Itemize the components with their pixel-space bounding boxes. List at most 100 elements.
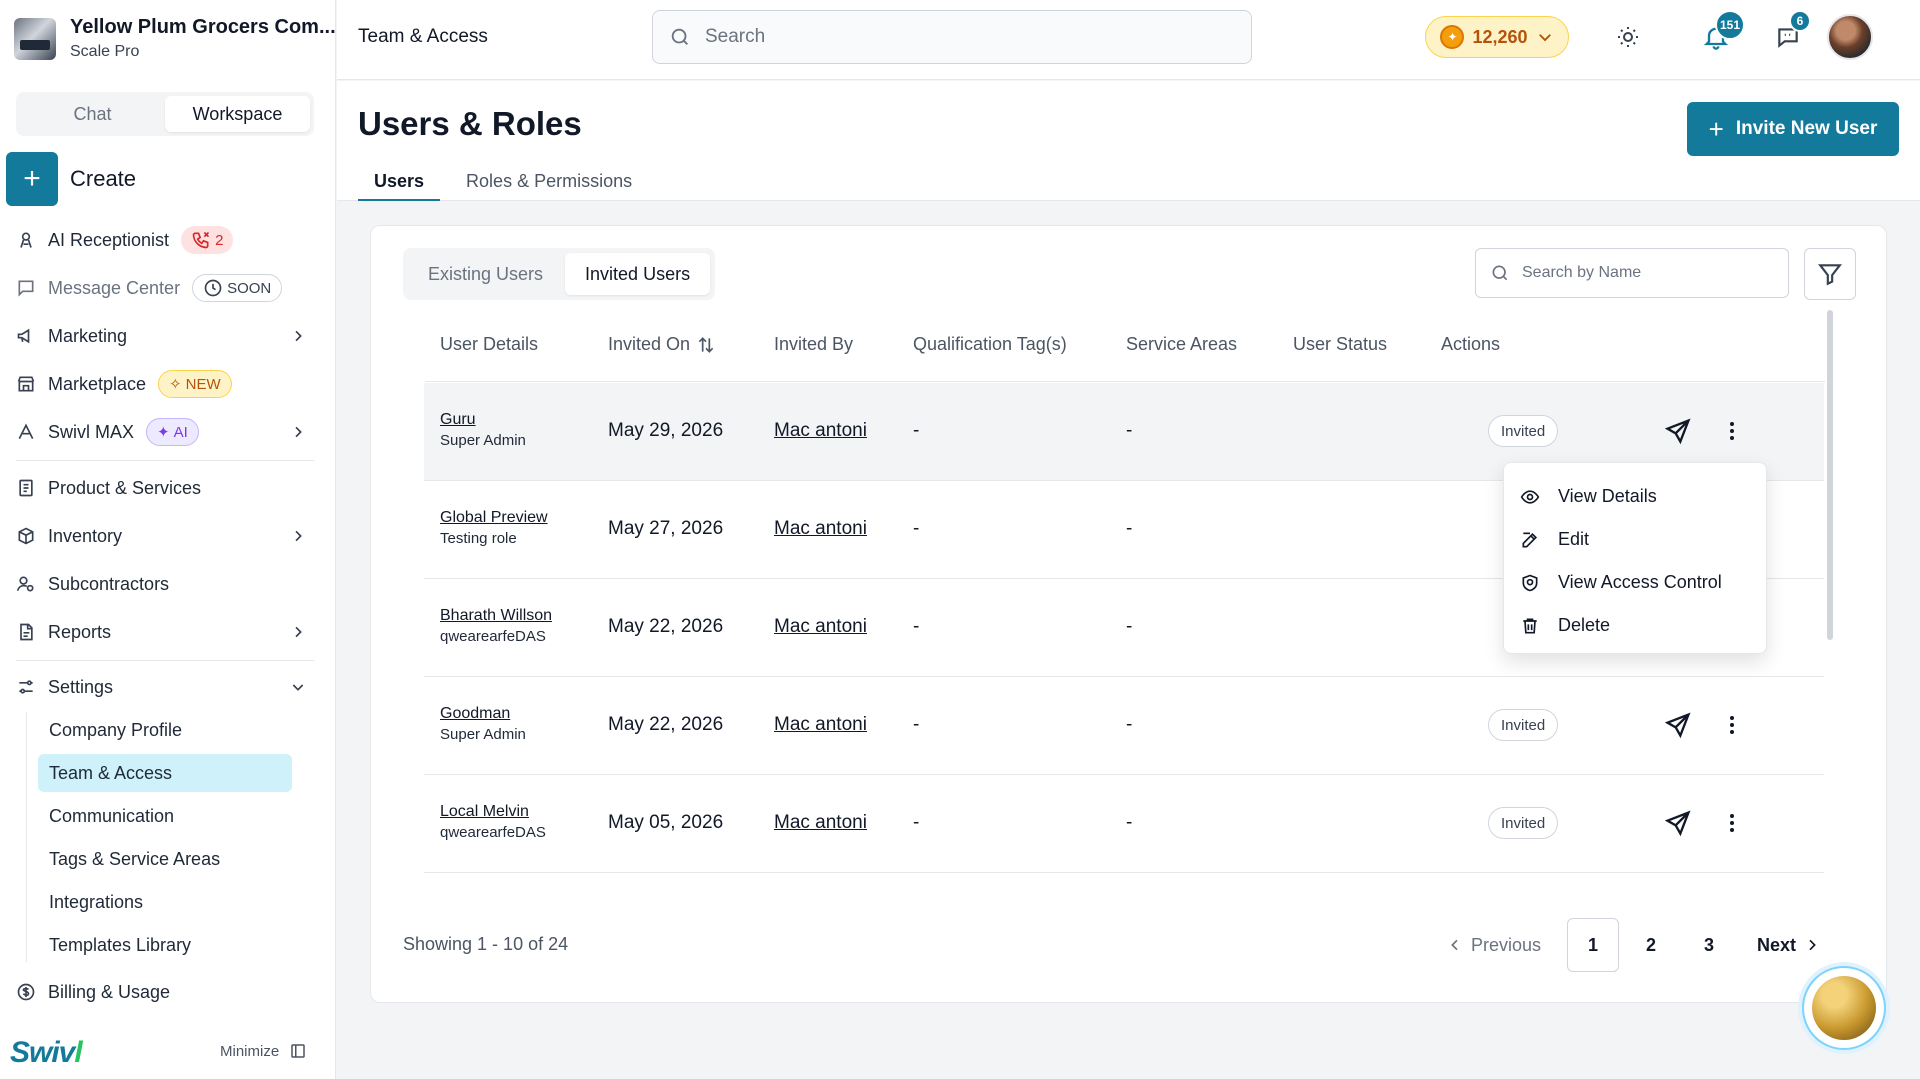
table-row[interactable]: Goodman Super Admin May 22, 2026 Mac antoni… xyxy=(424,677,1824,775)
sidebar-item-label: Product & Services xyxy=(48,477,202,498)
report-icon xyxy=(20,623,33,641)
table-scrollbar[interactable] xyxy=(1827,310,1833,640)
notifications-button[interactable]: 151 xyxy=(1701,10,1745,52)
menu-view-details[interactable]: View Details xyxy=(1504,475,1766,518)
service-areas-cell: - xyxy=(1126,420,1133,441)
send-icon xyxy=(1664,418,1691,445)
user-name-link[interactable]: Global Preview xyxy=(440,509,548,527)
user-name-link[interactable]: Bharath Willson xyxy=(440,607,552,625)
tab-invited-users[interactable]: Invited Users xyxy=(565,253,711,295)
table-row[interactable]: Local Melvin qwearearfeDAS May 05, 2026 Mac… xyxy=(424,775,1824,873)
chevron-right-icon xyxy=(295,530,302,542)
previous-page-button[interactable]: Previous xyxy=(1447,935,1541,956)
user-avatar[interactable] xyxy=(1827,14,1873,60)
col-service-areas: Service Areas xyxy=(1126,334,1238,354)
row-more-button[interactable] xyxy=(1718,711,1746,739)
page-2-button[interactable]: 2 xyxy=(1625,918,1677,972)
page-3-button[interactable]: 3 xyxy=(1683,918,1735,972)
invite-new-user-button[interactable]: + Invite New User xyxy=(1687,102,1899,156)
minimize-button[interactable]: Minimize xyxy=(220,1042,307,1060)
status-badge: Invited xyxy=(1488,415,1559,447)
sidebar-item-label: Inventory xyxy=(48,525,123,546)
sidebar-item-swivl-max[interactable]: Swivl MAX ✦ AI xyxy=(16,412,314,452)
sidebar-subitem-templates-library[interactable]: Templates Library xyxy=(38,926,292,964)
theme-toggle[interactable] xyxy=(1613,22,1643,52)
create-button[interactable]: + Create xyxy=(6,152,136,206)
coins-balance[interactable]: ✦ 12,260 xyxy=(1425,16,1569,58)
sidebar-item-label: Billing & Usage xyxy=(48,981,171,1002)
next-page-button[interactable]: Next xyxy=(1757,935,1820,956)
user-name-link[interactable]: Guru xyxy=(440,411,526,429)
user-name-link[interactable]: Goodman xyxy=(440,705,526,723)
invite-label: Invite New User xyxy=(1735,118,1878,139)
resend-invite-button[interactable] xyxy=(1664,417,1692,445)
col-invited-on[interactable]: Invited On xyxy=(608,334,716,355)
invited-by-link[interactable]: Mac antoni xyxy=(774,420,867,442)
invited-by-link[interactable]: Mac antoni xyxy=(774,518,867,540)
sidebar-item-marketing[interactable]: Marketing xyxy=(16,316,314,356)
invited-by-link[interactable]: Mac antoni xyxy=(774,714,867,736)
org-switcher[interactable]: Yellow Plum Grocers Com... Scale Pro xyxy=(14,16,336,61)
global-search[interactable] xyxy=(652,10,1252,64)
sidebar-subitem-integrations[interactable]: Integrations xyxy=(38,883,292,921)
sidebar-item-message-center[interactable]: Message Center SOON xyxy=(16,268,314,308)
sidebar-subitem-tags-service-areas[interactable]: Tags & Service Areas xyxy=(38,840,292,878)
sidebar-item-label: Marketing xyxy=(48,325,128,346)
sidebar-item-marketplace[interactable]: Marketplace ✧ NEW xyxy=(16,364,314,404)
sidebar-item-label: Marketplace xyxy=(48,373,147,394)
filter-button[interactable] xyxy=(1804,248,1856,300)
sidebar-item-billing[interactable]: Billing & Usage xyxy=(16,972,314,1012)
tab-existing-users[interactable]: Existing Users xyxy=(408,253,563,295)
search-icon xyxy=(1492,265,1508,281)
invited-by-link[interactable]: Mac antoni xyxy=(774,812,867,834)
name-search-input[interactable] xyxy=(1522,264,1772,282)
menu-edit[interactable]: Edit xyxy=(1504,518,1766,561)
assistant-launcher[interactable] xyxy=(1802,966,1886,1050)
page-title: Users & Roles xyxy=(358,105,582,142)
chevron-down-icon xyxy=(292,684,304,691)
invited-on-cell: May 29, 2026 xyxy=(608,420,724,441)
pagination-summary: Showing 1 - 10 of 24 xyxy=(403,934,569,954)
store-icon xyxy=(17,376,35,392)
row-more-button[interactable] xyxy=(1718,809,1746,837)
tab-workspace[interactable]: Workspace xyxy=(165,96,310,132)
trash-icon xyxy=(1523,618,1537,633)
assistant-orb-icon xyxy=(1812,976,1876,1040)
user-name-link[interactable]: Local Melvin xyxy=(440,803,546,821)
sidebar-item-subcontractors[interactable]: Subcontractors xyxy=(16,564,314,604)
search-input[interactable] xyxy=(705,26,1225,48)
name-search[interactable] xyxy=(1475,248,1789,298)
sidebar-item-ai-receptionist[interactable]: AI Receptionist 2 xyxy=(16,220,314,260)
invited-by-link[interactable]: Mac antoni xyxy=(774,616,867,638)
new-badge-label: NEW xyxy=(185,375,221,393)
page-1-button[interactable]: 1 xyxy=(1567,918,1620,972)
sidebar-item-inventory[interactable]: Inventory xyxy=(16,516,314,556)
qualification-tags-cell: - xyxy=(913,812,920,833)
sidebar-subitem-company-profile[interactable]: Company Profile xyxy=(38,711,292,749)
messages-button[interactable]: 6 xyxy=(1773,10,1811,52)
sidebar-subitem-team-access[interactable]: Team & Access xyxy=(38,754,292,792)
menu-label: View Access Control xyxy=(1558,572,1722,592)
invited-on-cell: May 22, 2026 xyxy=(608,714,724,735)
menu-label: Edit xyxy=(1558,529,1590,549)
sidebar-item-product-services[interactable]: Product & Services xyxy=(16,468,314,508)
search-icon xyxy=(671,28,688,45)
sparkle-icon: ✦ xyxy=(157,424,170,441)
sidebar-item-label: Settings xyxy=(48,676,114,697)
sidebar-item-reports[interactable]: Reports xyxy=(16,612,314,652)
menu-view-access-control[interactable]: View Access Control xyxy=(1504,561,1766,604)
sidebar-item-settings[interactable]: Settings xyxy=(16,667,314,707)
chevron-right-icon xyxy=(295,426,302,438)
menu-delete[interactable]: Delete xyxy=(1504,604,1766,647)
tab-users[interactable]: Users xyxy=(358,163,441,201)
resend-invite-button[interactable] xyxy=(1664,809,1692,837)
sidebar: Yellow Plum Grocers Com... Scale Pro Cha… xyxy=(0,0,336,1079)
user-details-cell: Global Preview Testing role xyxy=(440,509,548,547)
resend-invite-button[interactable] xyxy=(1664,711,1692,739)
row-more-button[interactable] xyxy=(1718,417,1746,445)
tab-chat[interactable]: Chat xyxy=(20,96,165,132)
tab-roles-permissions[interactable]: Roles & Permissions xyxy=(450,163,648,201)
row-actions-menu: View Details Edit View Access Control De… xyxy=(1503,462,1767,654)
qualification-tags-cell: - xyxy=(913,420,920,441)
sidebar-subitem-communication[interactable]: Communication xyxy=(38,797,292,835)
